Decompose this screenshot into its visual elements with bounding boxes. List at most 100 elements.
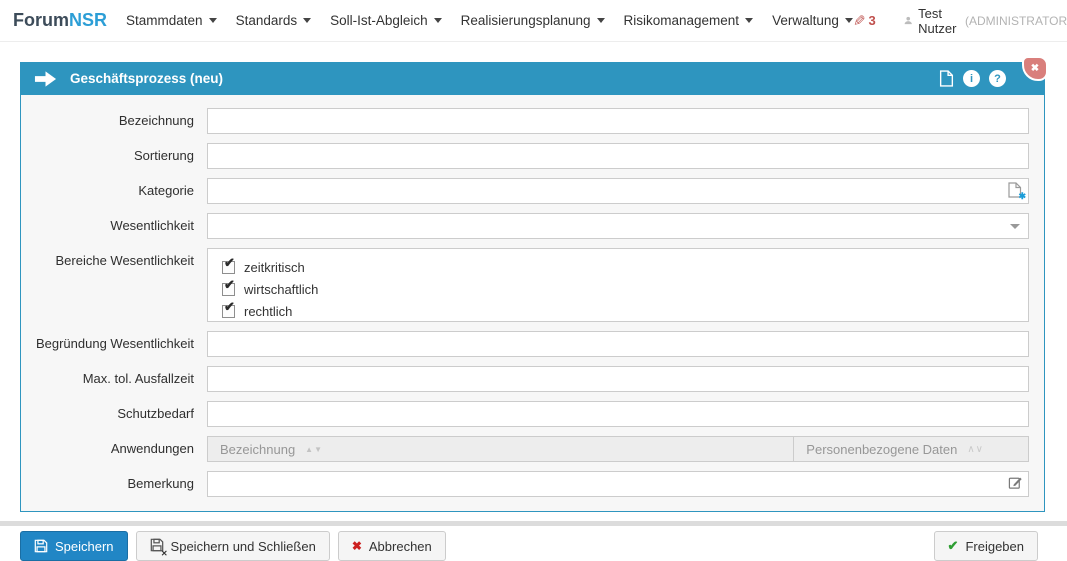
close-icon: ✖ [1030, 63, 1040, 74]
checkbox-zeitkritisch[interactable]: ✔ [222, 256, 235, 274]
form-row-kategorie: Kategorie ✱ [21, 178, 1029, 204]
user-menu[interactable]: Test Nutzer (ADMINISTRATOR) [904, 6, 1067, 36]
checkbox-label: wirtschaftlich [244, 281, 319, 297]
cancel-button[interactable]: ✖ Abbrechen [337, 531, 446, 561]
panel-header: Geschäftsprozess (neu) i ? [21, 62, 1044, 95]
checkmark-icon: ✔ [224, 276, 235, 292]
pdf-export-button[interactable] [939, 70, 954, 87]
save-button[interactable]: Speichern [20, 531, 128, 561]
schutzbedarf-label: Schutzbedarf [117, 406, 194, 421]
bereiche-wesentlichkeit-label: Bereiche Wesentlichkeit [55, 253, 195, 268]
x-icon: ✕ [160, 548, 168, 558]
chevron-down-icon[interactable] [1010, 224, 1020, 229]
ausfallzeit-label: Max. tol. Ausfallzeit [82, 371, 194, 386]
footer-toolbar: Speichern ✕ Speichern und Schließen ✖ Ab… [0, 526, 1067, 561]
save-and-close-button[interactable]: ✕ Speichern und Schließen [135, 531, 330, 561]
chevron-down-icon [208, 18, 217, 23]
panel-title: Geschäftsprozess (neu) [70, 71, 224, 86]
menu-standards[interactable]: Standards [236, 13, 312, 28]
column-label: Bezeichnung [220, 441, 296, 457]
bemerkung-label: Bemerkung [127, 476, 194, 491]
top-navbar: ForumNSR Stammdaten Standards Soll-Ist-A… [0, 0, 1067, 42]
chevron-down-icon [303, 18, 312, 23]
column-header-bezeichnung[interactable]: Bezeichnung ▲▼ [208, 437, 795, 461]
save-icon [34, 539, 48, 553]
release-button[interactable]: ✔ Freigeben [933, 531, 1038, 561]
edit-icon [1008, 477, 1022, 489]
chevron-down-icon [596, 18, 605, 23]
pencil-icon: ✎ [852, 12, 866, 30]
checkbox-row-zeitkritisch[interactable]: ✔ zeitkritisch [222, 256, 1028, 278]
logo-part-2: NSR [69, 10, 108, 30]
bezeichnung-label: Bezeichnung [118, 113, 194, 128]
checkbox-wirtschaftlich[interactable]: ✔ [222, 278, 235, 296]
menu-stammdaten[interactable]: Stammdaten [126, 13, 217, 28]
menu-soll-ist-abgleich[interactable]: Soll-Ist-Abgleich [330, 13, 442, 28]
menu-label: Soll-Ist-Abgleich [330, 13, 428, 28]
menu-risikomanagement[interactable]: Risikomanagement [624, 13, 754, 28]
menu-label: Risikomanagement [623, 13, 740, 28]
sortierung-label: Sortierung [134, 148, 194, 163]
sort-icon[interactable]: ▲▼ [305, 445, 323, 454]
user-role: (ADMINISTRATOR) [964, 13, 1067, 28]
open-editor-button[interactable] [1008, 475, 1023, 493]
check-icon: ✔ [947, 538, 959, 553]
pdf-document-icon [939, 70, 954, 87]
menu-verwaltung[interactable]: Verwaltung [772, 13, 853, 28]
chevron-down-icon [745, 18, 754, 23]
save-and-close-button-label: Speichern und Schließen [170, 538, 316, 554]
new-category-button[interactable]: ✱ [1008, 182, 1026, 201]
anwendungen-label: Anwendungen [110, 441, 194, 456]
sortierung-input[interactable] [207, 143, 1029, 169]
checkbox-label: rechtlich [244, 303, 293, 319]
pending-edits-count: 3 [868, 13, 876, 28]
help-button[interactable]: ? [989, 70, 1006, 87]
geschaeftsprozess-panel: ✖ Geschäftsprozess (neu) i ? Bezeichnung… [20, 56, 1048, 512]
app-logo[interactable]: ForumNSR [13, 10, 107, 31]
begruendung-input[interactable] [207, 331, 1029, 357]
form-row-schutzbedarf: Schutzbedarf [21, 401, 1029, 427]
menu-label: Realisierungsplanung [460, 13, 591, 28]
menu-label: Verwaltung [772, 13, 839, 28]
form-row-sortierung: Sortierung [21, 143, 1029, 169]
star-icon: ✱ [1018, 191, 1026, 201]
form-row-bezeichnung: Bezeichnung [21, 108, 1029, 134]
column-header-personenbezogene-daten[interactable]: Personenbezogene Daten ∧∨ [794, 437, 1028, 461]
wesentlichkeit-label: Wesentlichkeit [110, 218, 194, 233]
bereiche-checkbox-group: ✔ zeitkritisch ✔ wirtschaftlich ✔ rechtl… [207, 248, 1029, 322]
checkbox-row-rechtlich[interactable]: ✔ rechtlich [222, 300, 1028, 322]
menu-label: Standards [235, 13, 298, 28]
kategorie-input[interactable] [207, 178, 1029, 204]
cancel-button-label: Abbrechen [368, 538, 432, 554]
form-row-begruendung: Begründung Wesentlichkeit [21, 331, 1029, 357]
help-icon: ? [989, 70, 1006, 87]
release-button-label: Freigeben [965, 538, 1024, 554]
pending-edits-badge[interactable]: ✎ 3 [853, 12, 876, 30]
form-body: Bezeichnung Sortierung Kategorie ✱ Wesen… [21, 95, 1044, 511]
chevron-down-icon [844, 18, 853, 23]
user-name: Test Nutzer [918, 5, 957, 36]
user-icon [904, 16, 912, 25]
bemerkung-input[interactable] [207, 471, 1029, 497]
bezeichnung-input[interactable] [207, 108, 1029, 134]
form-row-ausfallzeit: Max. tol. Ausfallzeit [21, 366, 1029, 392]
wesentlichkeit-select[interactable] [207, 213, 1029, 239]
anwendungen-table-header: Bezeichnung ▲▼ Personenbezogene Daten ∧∨ [207, 436, 1029, 462]
form-row-wesentlichkeit: Wesentlichkeit [21, 213, 1029, 239]
sort-icon[interactable]: ∧∨ [967, 444, 984, 455]
checkbox-rechtlich[interactable]: ✔ [222, 300, 235, 318]
info-icon: i [963, 70, 980, 87]
chevron-down-icon [433, 18, 442, 23]
schutzbedarf-input[interactable] [207, 401, 1029, 427]
checkmark-icon: ✔ [224, 298, 235, 314]
checkbox-row-wirtschaftlich[interactable]: ✔ wirtschaftlich [222, 278, 1028, 300]
ausfallzeit-input[interactable] [207, 366, 1029, 392]
form-row-bereiche-wesentlichkeit: Bereiche Wesentlichkeit ✔ zeitkritisch ✔… [21, 248, 1029, 322]
info-button[interactable]: i [963, 70, 980, 87]
menu-realisierungsplanung[interactable]: Realisierungsplanung [461, 13, 605, 28]
menu-label: Stammdaten [126, 13, 203, 28]
cancel-x-icon: ✖ [351, 539, 362, 553]
checkbox-label: zeitkritisch [244, 259, 305, 275]
kategorie-label: Kategorie [138, 183, 194, 198]
save-button-label: Speichern [55, 538, 114, 554]
